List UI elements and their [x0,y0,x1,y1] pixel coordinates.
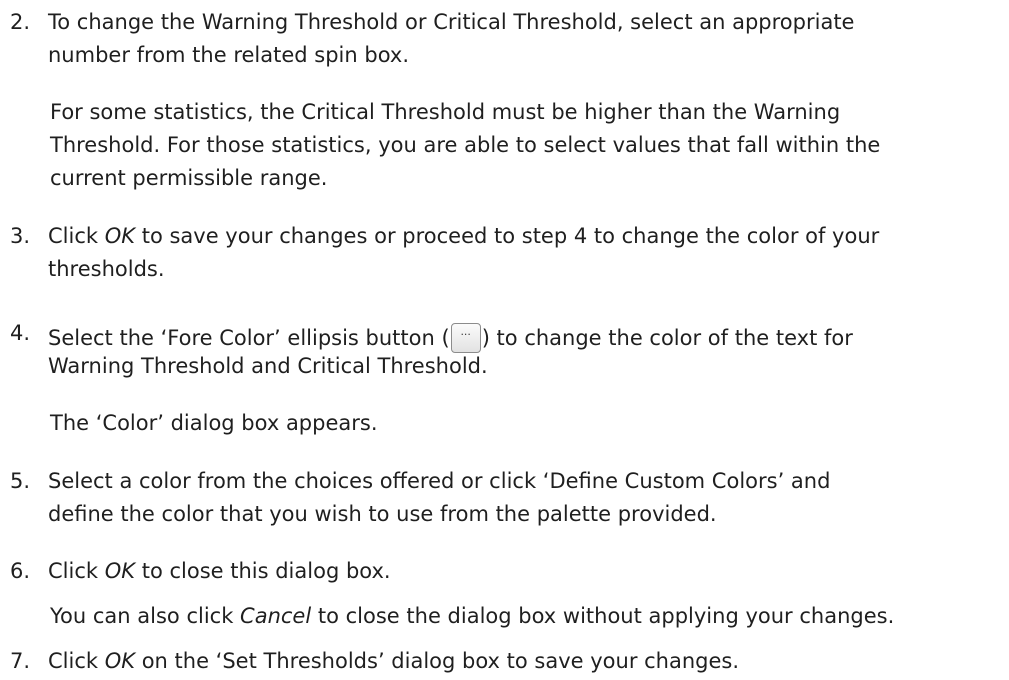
ok-emphasis: OK [104,649,136,673]
step-7-text-post: on the ‘Set Thresholds’ dialog box to sa… [135,649,740,673]
step-6-text-post: to close this dialog box. [135,559,391,583]
step-3-line-2: thresholds. [48,257,165,281]
step-2-note-line-1: For some statistics, the Critical Thresh… [50,100,841,124]
step-3-text-pre: Click [48,224,105,248]
step-3-text-post: to save your changes or proceed to step … [135,224,880,248]
step-6-text-pre: Click [48,559,105,583]
step-4-line-2: Warning Threshold and Critical Threshold… [48,354,488,378]
step-2-line-1: To change the Warning Threshold or Criti… [48,10,855,34]
step-2-note-line-3: current permissible range. [50,166,328,190]
step-2-number: 2. [10,10,31,34]
step-7-line-1: Click OK on the ‘Set Thresholds’ dialog … [48,651,739,672]
step-5-number: 5. [10,469,31,493]
step-3-number: 3. [10,224,31,248]
step-7-text-pre: Click [48,649,105,673]
step-4-number: 4. [10,321,31,345]
document-page: 2. To change the Warning Threshold or Cr… [0,0,1009,680]
step-6-note-pre: You can also click [50,604,241,628]
step-2-note-line-2: Threshold. For those statistics, you are… [50,133,881,157]
ok-emphasis: OK [104,224,136,248]
ok-emphasis: OK [104,559,136,583]
step-2-line-2: number from the related spin box. [48,43,409,67]
step-6-note: You can also click Cancel to close the d… [50,606,894,627]
ellipsis-button-icon [450,323,481,353]
step-6-number: 6. [10,559,31,583]
step-5-line-1: Select a color from the choices offered … [48,469,831,493]
step-5-line-2: define the color that you wish to use fr… [48,502,717,526]
step-4-text-post: ) to change the color of the text for [481,326,853,350]
step-4-line-1: Select the ‘Fore Color’ ellipsis button … [48,323,853,353]
step-6-note-post: to close the dialog box without applying… [311,604,895,628]
step-3-line-1: Click OK to save your changes or proceed… [48,226,879,247]
step-4-text-pre: Select the ‘Fore Color’ ellipsis button … [48,326,450,350]
step-7-number: 7. [10,649,31,673]
step-4-note: The ‘Color’ dialog box appears. [50,411,378,435]
step-6-line-1: Click OK to close this dialog box. [48,561,391,582]
cancel-emphasis: Cancel [240,604,312,628]
